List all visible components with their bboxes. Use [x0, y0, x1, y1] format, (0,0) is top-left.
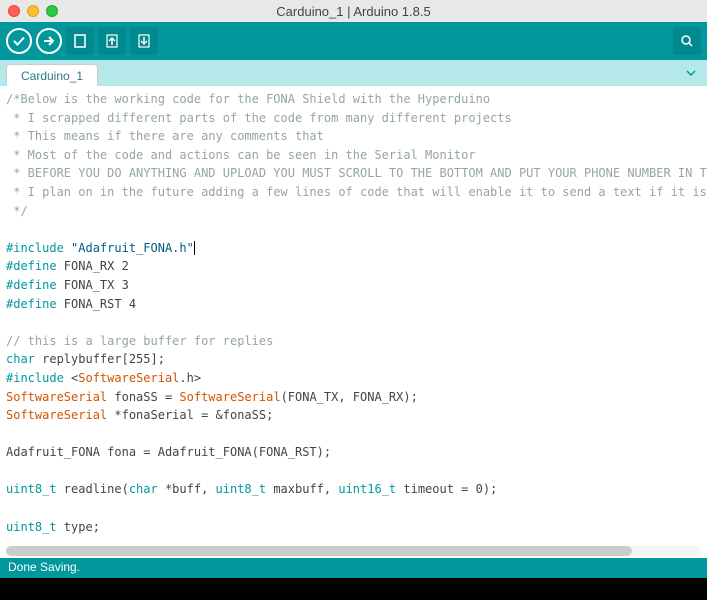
- code-editor[interactable]: /*Below is the working code for the FONA…: [0, 86, 707, 558]
- tab-menu-button[interactable]: [681, 67, 701, 79]
- status-bar: Done Saving.: [0, 558, 707, 578]
- window-title: Carduino_1 | Arduino 1.8.5: [0, 4, 707, 19]
- new-button[interactable]: [66, 27, 94, 55]
- file-icon: [72, 33, 88, 49]
- chevron-down-icon: [685, 67, 697, 79]
- save-button[interactable]: [130, 27, 158, 55]
- serial-monitor-button[interactable]: [673, 27, 701, 55]
- open-button[interactable]: [98, 27, 126, 55]
- arrow-up-icon: [104, 33, 120, 49]
- verify-button[interactable]: [6, 28, 32, 54]
- check-icon: [12, 34, 26, 48]
- window-titlebar: Carduino_1 | Arduino 1.8.5: [0, 0, 707, 22]
- toolbar: [0, 22, 707, 60]
- arrow-down-icon: [136, 33, 152, 49]
- magnify-icon: [679, 33, 695, 49]
- status-text: Done Saving.: [8, 560, 80, 574]
- tab-bar: Carduino_1: [0, 60, 707, 86]
- horizontal-scrollbar[interactable]: [6, 546, 701, 556]
- scrollbar-thumb[interactable]: [6, 546, 632, 556]
- upload-button[interactable]: [36, 28, 62, 54]
- console-area: [0, 578, 707, 600]
- arrow-right-icon: [42, 34, 56, 48]
- tab-active[interactable]: Carduino_1: [6, 64, 98, 86]
